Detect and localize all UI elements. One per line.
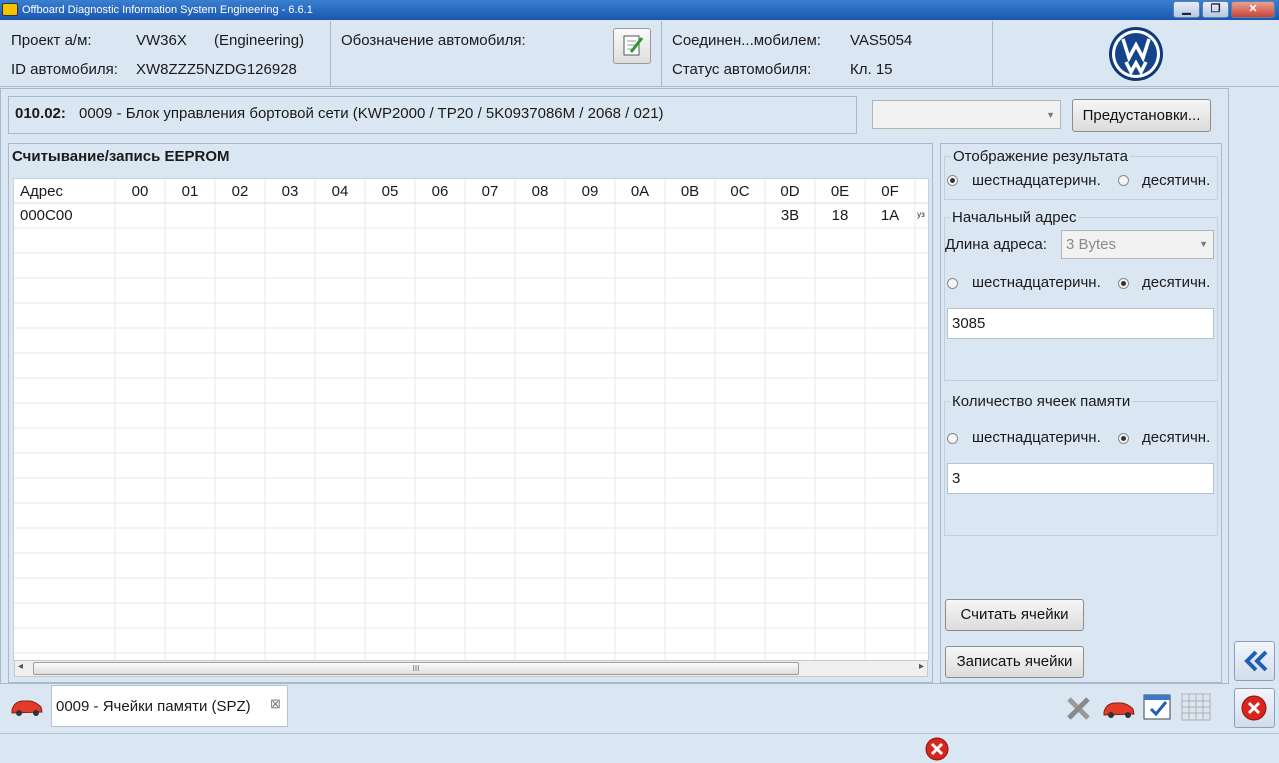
vw-logo-icon [1109, 27, 1163, 81]
scroll-right-icon[interactable]: ▸ [919, 661, 924, 672]
column-header[interactable]: 05 [365, 183, 415, 200]
tools-icon[interactable] [1064, 694, 1094, 722]
cell-count-input[interactable]: 3 [947, 463, 1214, 494]
grid-view-icon[interactable] [1181, 693, 1211, 721]
eeprom-grid[interactable]: Адрес000102030405060708090A0B0C0D0E0F1( … [13, 178, 929, 661]
start-address-input[interactable]: 3085 [947, 308, 1214, 339]
project-value: VW36X [136, 32, 187, 49]
grid-lines [14, 179, 928, 660]
column-header[interactable]: 0B [665, 183, 715, 200]
result-hex-radio[interactable] [947, 175, 958, 186]
vehicle-id-label: ID автомобиля: [11, 61, 118, 78]
address-length-label: Длина адреса: [945, 236, 1047, 253]
result-display-title: Отображение результата [951, 148, 1130, 165]
vehicle-status-label: Статус автомобиля: [672, 61, 812, 78]
minimize-button[interactable]: ▁ [1173, 1, 1200, 18]
chevron-down-icon: ▼ [1046, 110, 1055, 120]
app-icon [2, 3, 18, 16]
column-header[interactable]: 02 [215, 183, 265, 200]
chevron-down-icon: ▼ [1199, 239, 1208, 249]
address-length-select[interactable]: 3 Bytes ▼ [1061, 230, 1214, 259]
column-header[interactable]: 06 [415, 183, 465, 200]
window-title: Offboard Diagnostic Information System E… [22, 4, 313, 16]
count-hex-radio[interactable] [947, 433, 958, 444]
error-status-icon[interactable] [924, 736, 950, 762]
eeprom-title: Считывание/запись EEPROM [12, 148, 230, 165]
scroll-left-icon[interactable]: ◂ [18, 661, 23, 672]
result-dec-label: десятичн. [1142, 172, 1211, 189]
start-address-title: Начальный адрес [950, 209, 1079, 226]
column-header[interactable]: 09 [565, 183, 615, 200]
column-header[interactable]: 03 [265, 183, 315, 200]
exit-button[interactable] [1234, 688, 1275, 728]
notepad-icon [623, 35, 644, 56]
cell-count-title: Количество ячеек памяти [950, 393, 1133, 410]
title-bar: Offboard Diagnostic Information System E… [0, 0, 1279, 20]
start-hex-radio[interactable] [947, 278, 958, 289]
scroll-thumb[interactable]: III [33, 662, 799, 675]
module-info: 010.02: 0009 - Блок управления бортовой … [8, 96, 857, 134]
result-dec-radio[interactable] [1118, 175, 1129, 186]
column-header[interactable]: 08 [515, 183, 565, 200]
designation-label: Обозначение автомобиля: [341, 32, 526, 49]
module-description: 0009 - Блок управления бортовой сети (KW… [79, 105, 664, 122]
start-hex-label: шестнадцатеричн. [972, 274, 1101, 291]
tab-bar: 0009 - Ячейки памяти (SPZ) ⊠ [0, 684, 1229, 733]
count-dec-label: десятичн. [1142, 429, 1211, 446]
column-header[interactable]: 0D [765, 183, 815, 200]
result-hex-label: шестнадцатеричн. [972, 172, 1101, 189]
car-icon[interactable] [10, 694, 44, 718]
tab-close-icon[interactable]: ⊠ [270, 696, 281, 712]
vehicle-id-value: XW8ZZZ5NZDG126928 [136, 61, 297, 78]
presets-button[interactable]: Предустановки... [1072, 99, 1211, 132]
connection-value: VAS5054 [850, 32, 913, 49]
checklist-icon[interactable] [1142, 692, 1174, 722]
memory-cell[interactable]: уз [915, 210, 927, 219]
column-header[interactable]: 0A [615, 183, 665, 200]
count-dec-radio[interactable] [1118, 433, 1129, 444]
write-cells-button[interactable]: Записать ячейки [945, 646, 1084, 678]
back-button[interactable] [1234, 641, 1275, 681]
memory-cell[interactable]: 3B [765, 207, 815, 224]
count-hex-label: шестнадцатеричн. [972, 429, 1101, 446]
tab-label: 0009 - Ячейки памяти (SPZ) [56, 698, 251, 715]
project-label: Проект а/м: [11, 32, 92, 49]
column-header[interactable]: 0F [865, 183, 915, 200]
preset-select[interactable]: ▼ [872, 100, 1061, 129]
error-close-icon [1241, 695, 1267, 721]
start-dec-radio[interactable] [1118, 278, 1129, 289]
memory-cell[interactable]: 18 [815, 207, 865, 224]
status-bar [0, 733, 1279, 763]
connection-label: Соединен...мобилем: [672, 32, 821, 49]
column-header[interactable]: 1( [915, 183, 928, 200]
horizontal-scrollbar[interactable]: ◂ III ▸ [14, 660, 928, 677]
tab-memory-cells[interactable]: 0009 - Ячейки памяти (SPZ) ⊠ [51, 685, 288, 727]
start-dec-label: десятичн. [1142, 274, 1211, 291]
close-window-button[interactable]: ✕ [1231, 1, 1275, 18]
column-header[interactable]: 0C [715, 183, 765, 200]
car-diagnostic-icon[interactable] [1102, 696, 1136, 720]
column-header[interactable]: 0E [815, 183, 865, 200]
vehicle-status-value: Кл. 15 [850, 61, 893, 78]
edit-designation-button[interactable] [613, 28, 651, 64]
address-length-value: 3 Bytes [1066, 236, 1117, 253]
project-mode: (Engineering) [214, 32, 305, 49]
maximize-button[interactable]: ❐ [1202, 1, 1229, 18]
vehicle-header: Проект а/м: VW36X (Engineering) ID автом… [0, 21, 1279, 87]
double-chevron-left-icon [1244, 650, 1268, 672]
column-header[interactable]: 01 [165, 183, 215, 200]
column-header[interactable]: 00 [115, 183, 165, 200]
column-header[interactable]: Адрес [20, 183, 115, 200]
memory-cell[interactable]: 1A [865, 207, 915, 224]
column-header[interactable]: 04 [315, 183, 365, 200]
column-header[interactable]: 07 [465, 183, 515, 200]
read-cells-button[interactable]: Считать ячейки [945, 599, 1084, 631]
module-code: 010.02: [15, 105, 66, 122]
row-address[interactable]: 000C00 [20, 207, 73, 224]
